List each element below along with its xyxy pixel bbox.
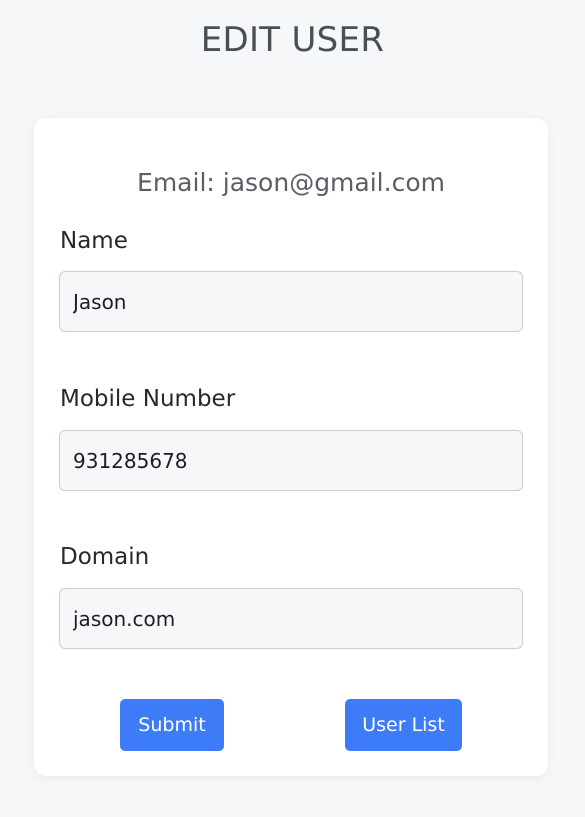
page-title: EDIT USER (200, 20, 385, 60)
name-label: Name (60, 228, 128, 254)
mobile-number-input[interactable] (59, 430, 523, 491)
name-input[interactable] (59, 271, 523, 332)
email-display: Email: jason@gmail.com (137, 168, 445, 197)
edit-user-card: Email: jason@gmail.com Name Mobile Numbe… (34, 118, 548, 776)
domain-input[interactable] (59, 588, 523, 649)
submit-button[interactable]: Submit (120, 699, 224, 751)
mobile-number-label: Mobile Number (60, 386, 236, 412)
user-list-button[interactable]: User List (345, 699, 462, 751)
domain-label: Domain (60, 544, 150, 570)
